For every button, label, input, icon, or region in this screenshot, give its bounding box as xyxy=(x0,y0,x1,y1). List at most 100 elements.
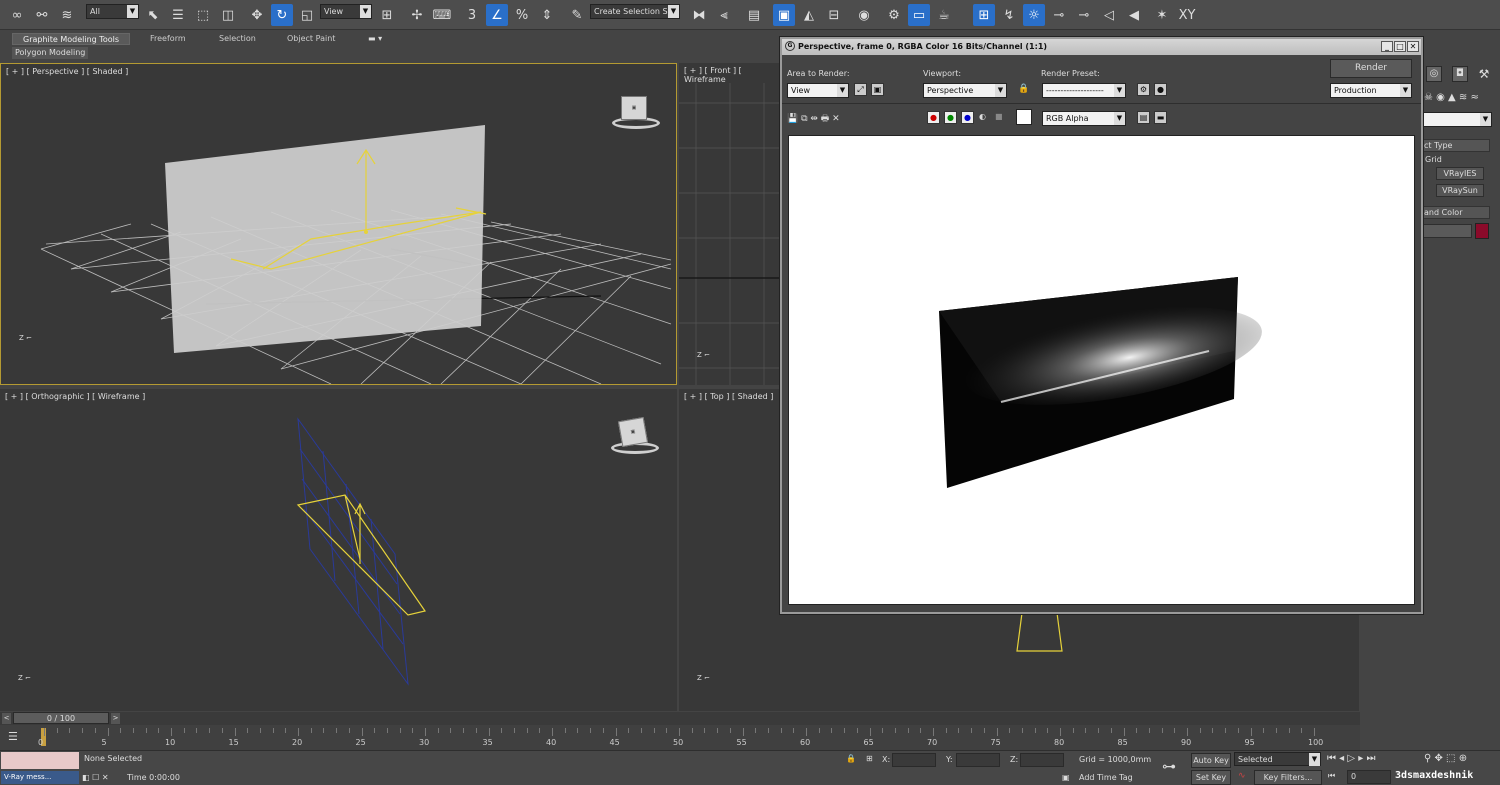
display-channel-dropdown[interactable]: RGB Alpha ▼ xyxy=(1042,111,1126,126)
utilities-icon[interactable]: ⚒ xyxy=(1476,66,1492,82)
tab-graphite-modeling-tools[interactable]: Graphite Modeling Tools xyxy=(12,33,131,45)
maximize-button[interactable]: □ xyxy=(1394,41,1406,52)
maxscript-mini-listener[interactable]: V-Ray mess... xyxy=(1,771,79,784)
select-and-rotate-icon[interactable]: ↻ xyxy=(271,4,293,26)
toggle-ui-icon[interactable]: ▬ xyxy=(1154,111,1167,124)
key-mode-toggle-icon[interactable]: ⏮ xyxy=(1328,771,1335,781)
render-button[interactable]: Render xyxy=(1330,59,1412,78)
edit-region-icon[interactable]: ⤢ xyxy=(854,83,867,96)
display-icon[interactable]: ◘ xyxy=(1452,66,1468,82)
spinner-snap-icon[interactable]: ⇕ xyxy=(536,4,558,26)
named-selection-set-dropdown[interactable]: Create Selection Se ▼ xyxy=(590,4,680,19)
alpha-channel-icon[interactable]: ◐ xyxy=(979,112,986,121)
viewcube-icon-ortho[interactable]: ▣ xyxy=(617,416,649,448)
percent-snap-icon[interactable]: % xyxy=(511,4,533,26)
blue-channel-toggle[interactable]: ● xyxy=(961,111,974,124)
reference-coordinate-dropdown[interactable]: View ▼ xyxy=(320,4,372,19)
axis-constraint-icon[interactable]: XY xyxy=(1176,4,1198,26)
environment-effects-icon[interactable]: ● xyxy=(1154,83,1167,96)
tab-object-paint[interactable]: Object Paint xyxy=(287,33,335,45)
scene-explorer-icon[interactable]: ▣ xyxy=(773,4,795,26)
selection-lock-icon[interactable]: 🔒 xyxy=(846,754,856,763)
production-dropdown[interactable]: Production ▼ xyxy=(1330,83,1412,98)
render-setup-icon[interactable]: ⚙ xyxy=(883,4,905,26)
playback-controls-icon[interactable]: ⏮ ◂ ▷ ▸ ⏭ xyxy=(1327,753,1375,764)
frame-counter[interactable]: 0 / 100 xyxy=(13,712,109,724)
rollout-object-type[interactable]: ct Type xyxy=(1420,139,1490,152)
select-and-move-icon[interactable]: ✥ xyxy=(246,4,268,26)
viewport-perspective[interactable]: [ + ] [ Perspective ] [ Shaded ] ▣ Z ⌐ xyxy=(0,63,677,385)
set-key-icon[interactable]: ⊶ xyxy=(1162,759,1176,775)
viewport-front[interactable]: [ + ] [ Front ] [ Wireframe Z ⌐ xyxy=(679,63,781,385)
viewport-dropdown[interactable]: Perspective ▼ xyxy=(923,83,1007,98)
toggle-ui-overlay-icon[interactable]: ▤ xyxy=(1137,111,1150,124)
material-editor-icon[interactable]: ◉ xyxy=(853,4,875,26)
set-key-button[interactable]: Set Key xyxy=(1191,770,1231,785)
tangent-type-icon[interactable]: ∿ xyxy=(1238,771,1246,781)
object-category-dropdown[interactable]: ▼ xyxy=(1422,112,1492,127)
time-slider-prev-icon[interactable]: < xyxy=(2,713,11,724)
rendered-frame-window[interactable]: G Perspective, frame 0, RGBA Color 16 Bi… xyxy=(780,37,1423,614)
add-time-tag[interactable]: Add Time Tag xyxy=(1079,773,1133,782)
viewcube-perspective[interactable]: ▣ xyxy=(606,92,662,132)
vrayies-button[interactable]: VRayIES xyxy=(1436,167,1484,180)
rendered-frame-titlebar[interactable]: G Perspective, frame 0, RGBA Color 16 Bi… xyxy=(782,39,1421,55)
vraysun-button[interactable]: VRaySun xyxy=(1436,184,1484,197)
mirror-icon[interactable]: ⧓ xyxy=(688,4,710,26)
key-mode-dropdown[interactable]: Selected ▼ xyxy=(1234,752,1321,766)
z-coordinate-field[interactable] xyxy=(1020,753,1064,767)
select-by-name-icon[interactable]: ☰ xyxy=(167,4,189,26)
clear-swatch[interactable] xyxy=(1016,109,1032,125)
vray-grid-icon[interactable]: ⊞ xyxy=(973,4,995,26)
minimize-button[interactable]: _ xyxy=(1381,41,1393,52)
rectangular-selection-icon[interactable]: ⬚ xyxy=(192,4,214,26)
selection-filter-dropdown[interactable]: All ▼ xyxy=(86,4,139,19)
panel-tools-icons[interactable]: ☠ ◉ ▲ ≋ ≈ xyxy=(1424,92,1479,103)
time-slider-next-icon[interactable]: > xyxy=(111,713,120,724)
green-channel-toggle[interactable]: ● xyxy=(944,111,957,124)
vray-light-icon[interactable]: ↯ xyxy=(998,4,1020,26)
tab-freeform[interactable]: Freeform xyxy=(150,33,186,45)
open-mini-curve-editor-icon[interactable]: ☰ xyxy=(8,730,18,743)
keyboard-shortcut-override-icon[interactable]: ⌨ xyxy=(431,4,453,26)
add-time-tag-icon[interactable]: ▣ xyxy=(1062,773,1070,782)
object-name-field[interactable] xyxy=(1422,224,1472,238)
light-wireframe[interactable] xyxy=(296,494,426,616)
auto-region-icon[interactable]: ▣ xyxy=(871,83,884,96)
autogrid-checkbox[interactable]: Grid xyxy=(1425,155,1442,164)
render-setup-small-icon[interactable]: ⚙ xyxy=(1137,83,1150,96)
rendered-frame-window-icon[interactable]: ▭ xyxy=(908,4,930,26)
object-color-swatch[interactable] xyxy=(1475,223,1489,239)
select-object-icon[interactable]: ⬉ xyxy=(142,4,164,26)
render-preset-dropdown[interactable]: -------------------- ▼ xyxy=(1042,83,1126,98)
plane-object[interactable] xyxy=(165,125,485,353)
viewport-orthographic[interactable]: [ + ] [ Orthographic ] [ Wireframe ] ▣ Z… xyxy=(0,389,677,711)
select-and-manipulate-icon[interactable]: ✢ xyxy=(406,4,428,26)
key-filters-button[interactable]: Key Filters... xyxy=(1254,770,1322,785)
render-production-icon[interactable]: ☕ xyxy=(933,4,955,26)
ribbon-menu-icon[interactable]: ▬ ▾ xyxy=(368,34,382,43)
select-and-scale-icon[interactable]: ◱ xyxy=(296,4,318,26)
monochrome-icon[interactable]: ■ xyxy=(995,112,1003,121)
rollout-name-and-color[interactable]: and Color xyxy=(1420,206,1490,219)
red-channel-toggle[interactable]: ● xyxy=(927,111,940,124)
window-crossing-icon[interactable]: ◫ xyxy=(217,4,239,26)
absolute-mode-icon[interactable]: ⊞ xyxy=(866,754,873,763)
edit-named-selection-icon[interactable]: ✎ xyxy=(566,4,588,26)
light-top-gizmo[interactable] xyxy=(1016,612,1063,652)
viewcube-icon[interactable]: ▣ xyxy=(621,96,647,120)
systems-icon[interactable]: ◎ xyxy=(1426,66,1442,82)
viewcube-orthographic[interactable]: ▣ xyxy=(605,416,661,457)
tab-polygon-modeling[interactable]: Polygon Modeling xyxy=(12,47,89,59)
maxscript-listener-pink[interactable] xyxy=(1,752,79,769)
unlink-selection-icon[interactable]: ⚯ xyxy=(31,4,53,26)
frame-toolbar-icons[interactable]: 💾 ⧉ ⇹ 🖶 ✕ xyxy=(787,111,840,127)
select-and-link-icon[interactable]: ∞ xyxy=(6,4,28,26)
y-coordinate-field[interactable] xyxy=(956,753,1000,767)
schematic-view-icon[interactable]: ⊟ xyxy=(823,4,845,26)
viewport-navigation-icons[interactable]: ⚲ ✥ ⬚ ⊕ xyxy=(1424,753,1467,764)
x-coordinate-field[interactable] xyxy=(892,753,936,767)
area-to-render-dropdown[interactable]: View ▼ xyxy=(787,83,849,98)
snaps-toggle-icon[interactable]: 3 xyxy=(461,4,483,26)
vray-sun-icon[interactable]: ☼ xyxy=(1023,4,1045,26)
